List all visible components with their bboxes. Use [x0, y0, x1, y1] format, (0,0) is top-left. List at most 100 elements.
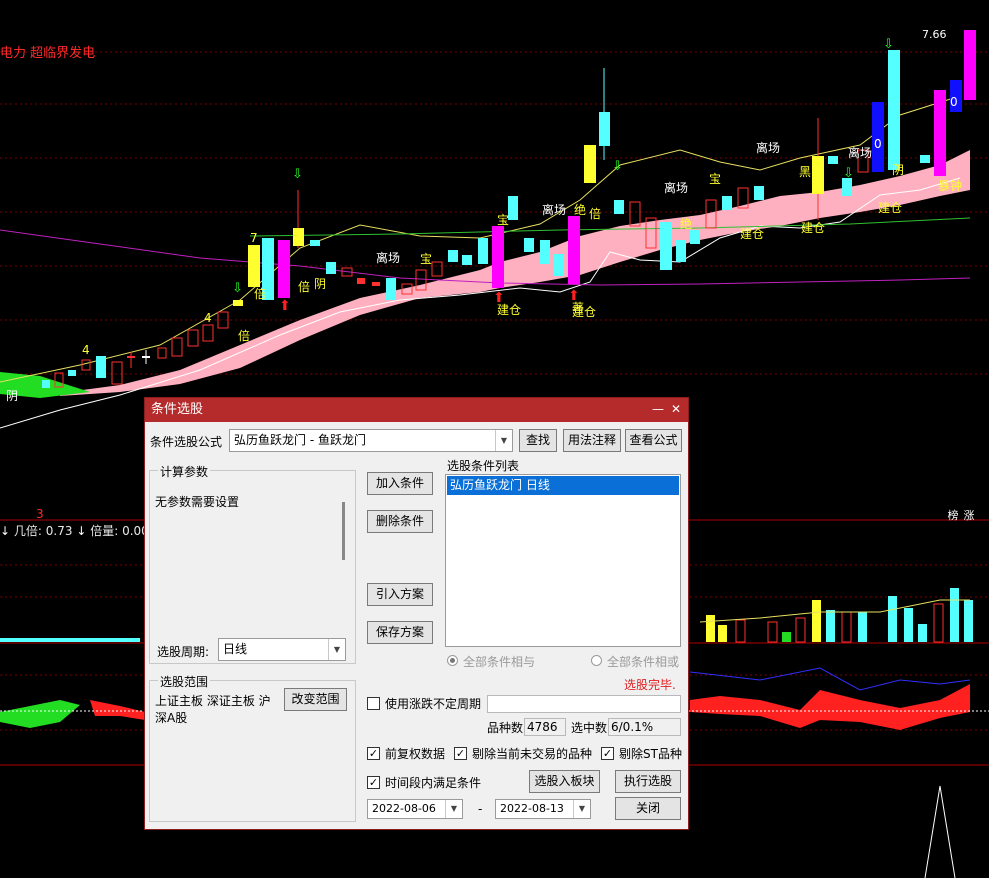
- radio-all-and-label: 全部条件相与: [463, 655, 536, 669]
- indicator-label-2: 倍量:: [90, 524, 119, 538]
- fq-checkbox[interactable]: ✓: [367, 747, 380, 760]
- indicator-marker: 3: [36, 507, 44, 521]
- exclude-st-label: 剔除ST品种: [619, 747, 682, 761]
- params-scrollbar[interactable]: [342, 502, 345, 560]
- chart-signal-label: 建仓: [740, 227, 764, 241]
- view-formula-button[interactable]: 查看公式: [625, 429, 682, 452]
- chart-signal-label: 宝: [709, 172, 721, 186]
- dialog-title: 条件选股: [151, 402, 204, 417]
- time-period-checkbox[interactable]: ✓: [367, 776, 380, 789]
- condition-list-item[interactable]: 弘历鱼跃龙门 日线: [447, 476, 679, 495]
- chart-signal-label: 阴: [6, 389, 18, 403]
- usage-notes-button[interactable]: 用法注释: [563, 429, 621, 452]
- select-to-block-button[interactable]: 选股入板块: [529, 770, 600, 793]
- radio-all-or-label: 全部条件相或: [607, 655, 680, 669]
- chart-signal-label: 倍: [589, 206, 601, 221]
- chart-signal-label: 离场: [376, 250, 400, 265]
- import-scheme-button[interactable]: 引入方案: [367, 583, 433, 606]
- range-group-title: 选股范围: [158, 673, 211, 690]
- chevron-down-icon[interactable]: ▼: [445, 800, 462, 818]
- save-scheme-button[interactable]: 保存方案: [367, 621, 433, 644]
- date-from-value: 2022-08-06: [372, 802, 436, 815]
- time-period-label: 时间段内满足条件: [385, 776, 482, 790]
- svg-text:⇩: ⇩: [612, 159, 623, 174]
- chart-signal-label: 倍: [298, 279, 310, 294]
- range-group: 选股范围 上证主板 深证主板 沪 深A股 改变范围: [149, 673, 356, 822]
- chart-signal-label: 建仓: [497, 303, 521, 317]
- formula-value: 弘历鱼跃龙门 - 鱼跃龙门: [234, 433, 366, 447]
- exclude-st-checkbox[interactable]: ✓: [601, 747, 614, 760]
- condition-list-title: 选股条件列表: [447, 459, 520, 473]
- indicator-label-1: 几倍:: [13, 524, 42, 538]
- radio-all-or[interactable]: [591, 655, 602, 666]
- chart-signal-label: 倍: [238, 328, 250, 343]
- period-combo[interactable]: 日线 ▼: [218, 638, 346, 661]
- svg-text:⬆: ⬆: [279, 298, 291, 314]
- range-text-line2: 深A股: [155, 711, 188, 725]
- close-icon[interactable]: ✕: [668, 401, 684, 417]
- badge-rise: 涨: [963, 509, 975, 522]
- minimize-icon[interactable]: —: [650, 401, 666, 417]
- indicator-value-1: 0.73: [45, 524, 73, 538]
- delete-condition-button[interactable]: 删除条件: [367, 510, 433, 533]
- find-button[interactable]: 查找: [519, 429, 557, 452]
- chart-signal-label: 阴: [892, 163, 904, 177]
- chevron-down-icon[interactable]: ▼: [573, 800, 590, 818]
- chart-signal-label: 绝: [680, 216, 692, 231]
- change-range-button[interactable]: 改变范围: [284, 688, 347, 711]
- chevron-down-icon[interactable]: ▼: [328, 639, 345, 660]
- price-high-label: 7.66: [922, 28, 947, 41]
- params-group: 计算参数 无参数需要设置 选股周期: 日线 ▼: [149, 463, 356, 664]
- add-condition-button[interactable]: 加入条件: [367, 472, 433, 495]
- indicator-readout: ↓ 几倍: 0.73 ↓ 倍量: 0.00: [0, 522, 149, 539]
- close-button[interactable]: 关闭: [615, 797, 681, 820]
- condition-select-dialog: 条件选股 — ✕ 条件选股公式 弘历鱼跃龙门 - 鱼跃龙门 ▼ 查找 用法注释 …: [144, 397, 689, 830]
- selected-label: 选中数: [571, 721, 608, 735]
- svg-text:⇩: ⇩: [843, 166, 854, 181]
- range-text-line1: 上证主板 深证主板 沪: [155, 694, 271, 708]
- count-label: 品种数: [487, 721, 524, 735]
- use-period-label: 使用涨跌不定周期: [385, 697, 482, 711]
- params-text: 无参数需要设置: [155, 495, 240, 509]
- chart-signal-label: 0: [874, 137, 882, 151]
- svg-text:⇩: ⇩: [232, 281, 243, 296]
- chart-signal-label: 阴: [314, 277, 326, 291]
- period-input[interactable]: [487, 695, 681, 713]
- chevron-down-icon[interactable]: ▼: [495, 430, 512, 451]
- date-to-value: 2022-08-13: [500, 802, 564, 815]
- status-text: 选股完毕.: [624, 678, 676, 692]
- chart-signal-label: 离场: [848, 145, 872, 160]
- svg-text:⇩: ⇩: [883, 37, 894, 52]
- chart-signal-label: 离场: [542, 202, 566, 217]
- chart-signal-label: 建仓: [878, 201, 902, 215]
- chart-signal-label: 0: [950, 95, 958, 109]
- exclude-untraded-checkbox[interactable]: ✓: [454, 747, 467, 760]
- svg-text:⇩: ⇩: [292, 167, 303, 182]
- chart-signal-label: 7: [250, 231, 258, 245]
- indicator-arrow-2: ↓: [76, 524, 87, 538]
- chart-signal-label: 离场: [664, 180, 688, 195]
- count-value: 4786: [524, 718, 566, 736]
- period-label: 选股周期:: [157, 645, 210, 659]
- date-to-picker[interactable]: 2022-08-13 ▼: [495, 799, 591, 819]
- dialog-titlebar[interactable]: 条件选股 — ✕: [145, 398, 688, 422]
- radio-all-and[interactable]: [447, 655, 458, 666]
- chart-signal-label: 黑: [799, 165, 811, 179]
- chart-signal-label: 4: [204, 311, 212, 325]
- params-group-title: 计算参数: [158, 463, 211, 480]
- formula-combo[interactable]: 弘历鱼跃龙门 - 鱼跃龙门 ▼: [229, 429, 513, 452]
- chart-signal-label: 宝: [497, 213, 509, 227]
- exclude-untraded-label: 剔除当前未交易的品种: [472, 747, 593, 761]
- condition-list[interactable]: 弘历鱼跃龙门 日线: [445, 474, 681, 647]
- chart-signal-label: 建仓: [801, 221, 825, 235]
- period-value: 日线: [223, 642, 248, 656]
- chart-signal-label: 离场: [756, 140, 780, 155]
- execute-select-button[interactable]: 执行选股: [615, 770, 681, 793]
- chart-signal-label: 绝: [574, 202, 586, 217]
- stock-title: 电力 超临界发电: [0, 46, 96, 61]
- use-period-checkbox[interactable]: [367, 697, 380, 710]
- badge-rank: 榜: [947, 509, 959, 522]
- chart-signal-label: 暴钟: [938, 178, 962, 193]
- date-from-picker[interactable]: 2022-08-06 ▼: [367, 799, 463, 819]
- formula-label: 条件选股公式: [150, 435, 223, 449]
